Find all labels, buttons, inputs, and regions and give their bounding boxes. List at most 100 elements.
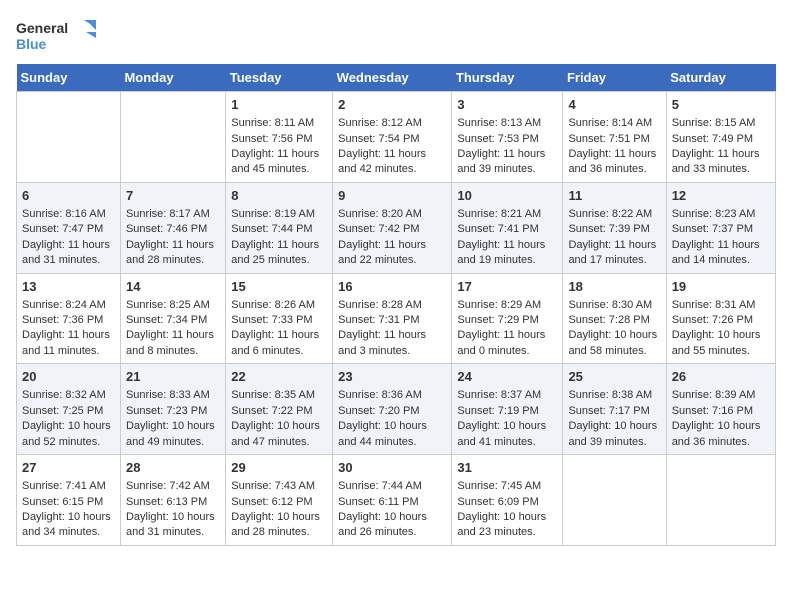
- day-info: Sunset: 7:20 PM: [338, 404, 446, 419]
- day-info: Daylight: 11 hours and 25 minutes.: [231, 238, 327, 269]
- calendar-cell: 9Sunrise: 8:20 AMSunset: 7:42 PMDaylight…: [333, 182, 452, 273]
- calendar-cell: [563, 455, 666, 546]
- day-info: Sunset: 7:49 PM: [672, 132, 770, 147]
- day-info: Sunset: 7:51 PM: [568, 132, 660, 147]
- header: General Blue: [16, 16, 776, 56]
- day-number: 14: [126, 278, 220, 296]
- day-number: 7: [126, 187, 220, 205]
- day-info: Sunrise: 8:11 AM: [231, 116, 327, 131]
- day-info: Sunrise: 8:21 AM: [457, 207, 557, 222]
- day-number: 13: [22, 278, 115, 296]
- day-number: 24: [457, 368, 557, 386]
- day-info: Daylight: 10 hours and 47 minutes.: [231, 419, 327, 450]
- calendar-cell: 28 Sunrise: 7:42 AMSunset: 6:13 PMDayligh…: [120, 455, 225, 546]
- weekday-header-wednesday: Wednesday: [333, 64, 452, 92]
- day-info: Sunrise: 8:31 AM: [672, 298, 770, 313]
- day-info: Sunrise: 8:19 AM: [231, 207, 327, 222]
- day-info: Daylight: 11 hours and 45 minutes.: [231, 147, 327, 178]
- day-info: Sunrise: 7:42 AM: [126, 479, 220, 494]
- day-info: Sunrise: 8:38 AM: [568, 388, 660, 403]
- day-info: Daylight: 10 hours and 44 minutes.: [338, 419, 446, 450]
- calendar-cell: 3Sunrise: 8:13 AMSunset: 7:53 PMDaylight…: [452, 92, 563, 183]
- day-number: 18: [568, 278, 660, 296]
- calendar-cell: 20Sunrise: 8:32 AMSunset: 7:25 PMDayligh…: [17, 364, 121, 455]
- day-info: Sunset: 7:22 PM: [231, 404, 327, 419]
- calendar-cell: 1Sunrise: 8:11 AMSunset: 7:56 PMDaylight…: [226, 92, 333, 183]
- day-info: Sunrise: 7:41 AM: [22, 479, 115, 494]
- svg-text:General: General: [16, 20, 68, 36]
- day-info: Sunset: 7:33 PM: [231, 313, 327, 328]
- day-info: Daylight: 10 hours and 55 minutes.: [672, 328, 770, 359]
- day-info: Daylight: 10 hours and 52 minutes.: [22, 419, 115, 450]
- calendar-cell: [17, 92, 121, 183]
- day-number: 5: [672, 96, 770, 114]
- day-info: Sunrise: 8:15 AM: [672, 116, 770, 131]
- weekday-header-row: SundayMondayTuesdayWednesdayThursdayFrid…: [17, 64, 776, 92]
- day-number: 25: [568, 368, 660, 386]
- day-number: 23: [338, 368, 446, 386]
- day-info: Sunset: 7:16 PM: [672, 404, 770, 419]
- day-number: 28: [126, 459, 220, 477]
- day-info: Sunrise: 8:30 AM: [568, 298, 660, 313]
- day-info: Sunset: 6:13 PM: [126, 495, 220, 510]
- day-info: Sunset: 7:53 PM: [457, 132, 557, 147]
- day-info: Sunset: 6:11 PM: [338, 495, 446, 510]
- day-number: 6: [22, 187, 115, 205]
- day-info: Sunrise: 8:14 AM: [568, 116, 660, 131]
- svg-text:Blue: Blue: [16, 36, 47, 52]
- day-info: Daylight: 10 hours and 28 minutes.: [231, 510, 327, 541]
- calendar-cell: 11Sunrise: 8:22 AMSunset: 7:39 PMDayligh…: [563, 182, 666, 273]
- calendar-week-row: 13Sunrise: 8:24 AMSunset: 7:36 PMDayligh…: [17, 273, 776, 364]
- calendar-cell: 31Sunrise: 7:45 AMSunset: 6:09 PMDayligh…: [452, 455, 563, 546]
- day-info: Daylight: 11 hours and 19 minutes.: [457, 238, 557, 269]
- day-number: 12: [672, 187, 770, 205]
- calendar-cell: 12Sunrise: 8:23 AMSunset: 7:37 PMDayligh…: [666, 182, 775, 273]
- day-info: Sunrise: 8:23 AM: [672, 207, 770, 222]
- weekday-header-monday: Monday: [120, 64, 225, 92]
- day-info: Sunrise: 8:37 AM: [457, 388, 557, 403]
- logo-icon: General Blue: [16, 16, 96, 56]
- calendar-cell: 25Sunrise: 8:38 AMSunset: 7:17 PMDayligh…: [563, 364, 666, 455]
- day-info: Sunrise: 8:20 AM: [338, 207, 446, 222]
- day-info: Sunset: 7:46 PM: [126, 222, 220, 237]
- calendar-cell: 17Sunrise: 8:29 AMSunset: 7:29 PMDayligh…: [452, 273, 563, 364]
- day-number: 1: [231, 96, 327, 114]
- day-number: 10: [457, 187, 557, 205]
- day-info: Daylight: 11 hours and 22 minutes.: [338, 238, 446, 269]
- day-info: Daylight: 10 hours and 49 minutes.: [126, 419, 220, 450]
- day-info: Sunrise: 8:36 AM: [338, 388, 446, 403]
- day-info: Daylight: 11 hours and 6 minutes.: [231, 328, 327, 359]
- day-info: Daylight: 11 hours and 17 minutes.: [568, 238, 660, 269]
- calendar-cell: 23 Sunrise: 8:36 AMSunset: 7:20 PMDayligh…: [333, 364, 452, 455]
- day-info: Sunset: 7:17 PM: [568, 404, 660, 419]
- day-number: 11: [568, 187, 660, 205]
- day-number: 15: [231, 278, 327, 296]
- day-info: Daylight: 10 hours and 36 minutes.: [672, 419, 770, 450]
- calendar-cell: 24Sunrise: 8:37 AMSunset: 7:19 PMDayligh…: [452, 364, 563, 455]
- calendar-table: SundayMondayTuesdayWednesdayThursdayFrid…: [16, 64, 776, 546]
- day-info: Daylight: 10 hours and 58 minutes.: [568, 328, 660, 359]
- day-number: 3: [457, 96, 557, 114]
- day-info: Sunrise: 8:17 AM: [126, 207, 220, 222]
- day-info: Sunrise: 8:12 AM: [338, 116, 446, 131]
- day-info: Sunset: 7:39 PM: [568, 222, 660, 237]
- calendar-cell: [666, 455, 775, 546]
- day-info: Sunset: 7:42 PM: [338, 222, 446, 237]
- calendar-cell: 21Sunrise: 8:33 AMSunset: 7:23 PMDayligh…: [120, 364, 225, 455]
- day-number: 17: [457, 278, 557, 296]
- day-info: Daylight: 10 hours and 31 minutes.: [126, 510, 220, 541]
- weekday-header-sunday: Sunday: [17, 64, 121, 92]
- day-info: Sunrise: 8:24 AM: [22, 298, 115, 313]
- day-info: Sunrise: 8:13 AM: [457, 116, 557, 131]
- day-number: 16: [338, 278, 446, 296]
- day-info: Sunrise: 8:32 AM: [22, 388, 115, 403]
- calendar-week-row: 20Sunrise: 8:32 AMSunset: 7:25 PMDayligh…: [17, 364, 776, 455]
- day-info: Daylight: 10 hours and 41 minutes.: [457, 419, 557, 450]
- calendar-cell: 8Sunrise: 8:19 AMSunset: 7:44 PMDaylight…: [226, 182, 333, 273]
- day-number: 31: [457, 459, 557, 477]
- day-info: Sunset: 7:34 PM: [126, 313, 220, 328]
- calendar-cell: 5Sunrise: 8:15 AMSunset: 7:49 PMDaylight…: [666, 92, 775, 183]
- day-info: Daylight: 11 hours and 0 minutes.: [457, 328, 557, 359]
- calendar-cell: 15Sunrise: 8:26 AMSunset: 7:33 PMDayligh…: [226, 273, 333, 364]
- day-info: Sunset: 7:47 PM: [22, 222, 115, 237]
